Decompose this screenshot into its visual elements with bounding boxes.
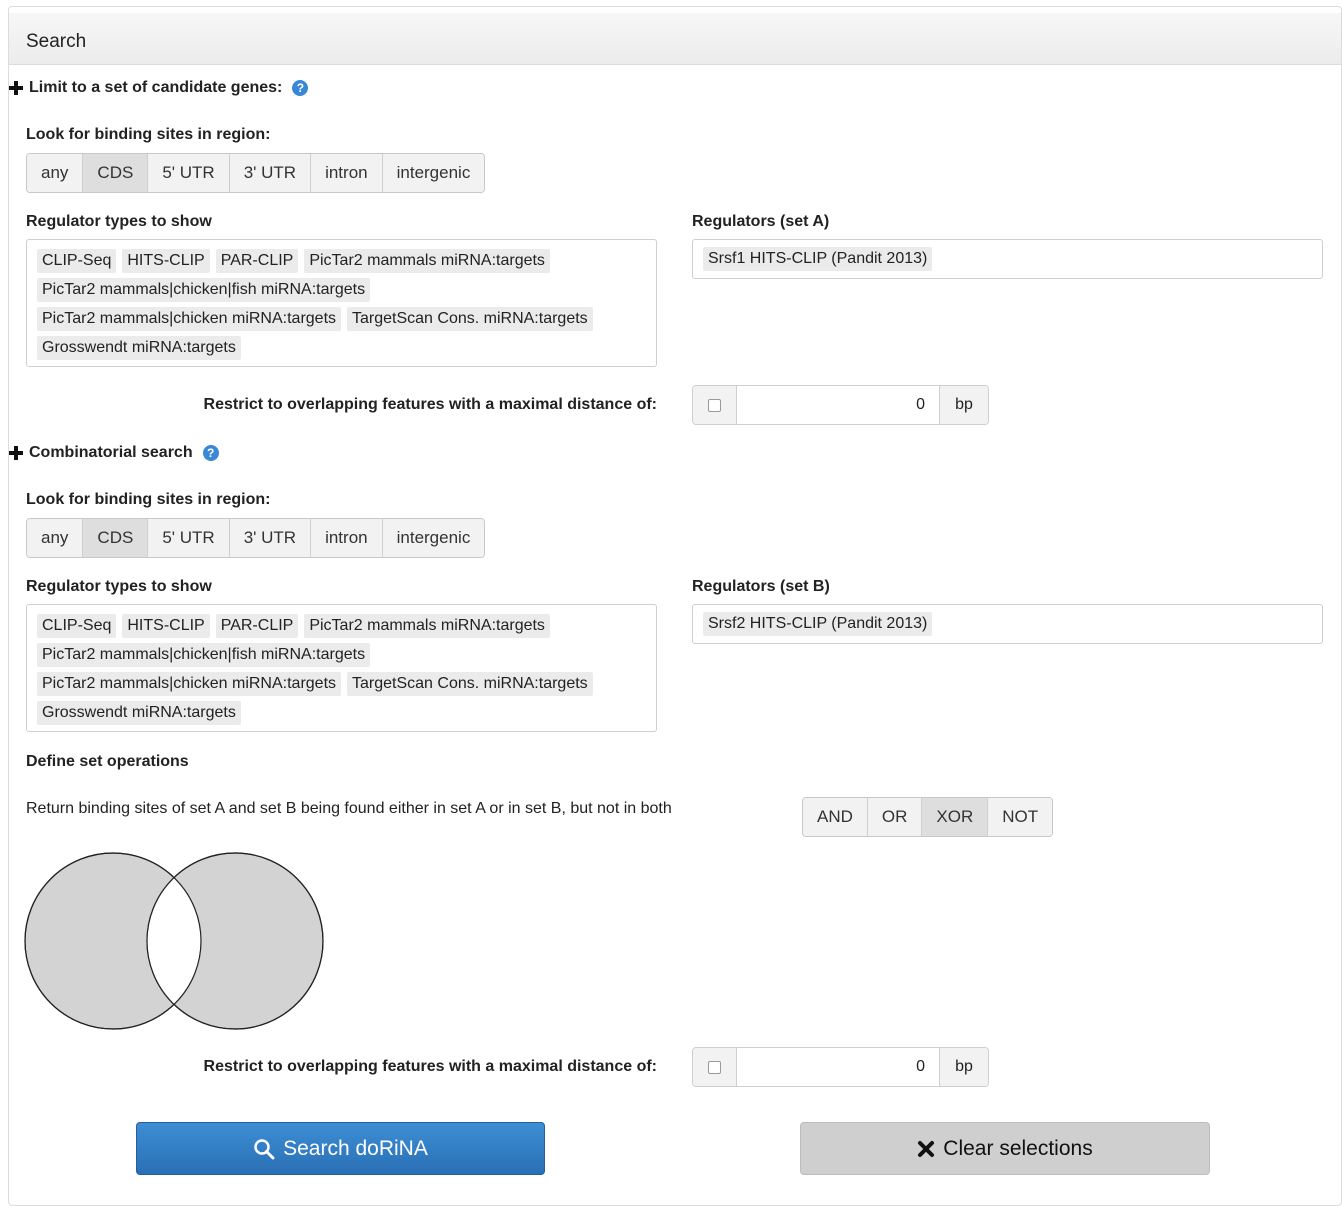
op-xor[interactable]: XOR xyxy=(922,798,989,836)
panel-heading: Search xyxy=(9,13,1341,65)
regtype-tag[interactable]: TargetScan Cons. miRNA:targets xyxy=(347,306,593,331)
region-cds-b[interactable]: CDS xyxy=(83,519,149,557)
region-intergenic-b[interactable]: intergenic xyxy=(382,519,485,557)
region-label-b: Look for binding sites in region: xyxy=(26,491,271,508)
set-ops-title: Define set operations xyxy=(26,753,189,770)
regtype-tag[interactable]: HITS-CLIP xyxy=(122,613,210,638)
regtype-tag[interactable]: PAR-CLIP xyxy=(215,613,299,638)
region-cds-a[interactable]: CDS xyxy=(83,154,149,192)
panel-title: Search xyxy=(26,31,87,52)
distance-unit-a: bp xyxy=(939,386,988,424)
candidate-genes-label: Limit to a set of candidate genes: xyxy=(29,79,283,96)
region-3utr-b[interactable]: 3' UTR xyxy=(229,519,312,557)
distance-input-b[interactable]: 0 xyxy=(737,1048,939,1086)
set-b-input[interactable]: Srsf2 HITS-CLIP (Pandit 2013) xyxy=(692,604,1323,644)
distance-checkbox-b[interactable] xyxy=(693,1048,737,1086)
region-intron-b[interactable]: intron xyxy=(311,519,383,557)
regulator-types-select-a[interactable]: CLIP-Seq HITS-CLIP PAR-CLIP PicTar2 mamm… xyxy=(26,239,657,367)
regtypes-label-b: Regulator types to show xyxy=(26,578,212,595)
regtype-tag[interactable]: PicTar2 mammals|chicken miRNA:targets xyxy=(37,306,342,331)
close-icon xyxy=(918,1140,935,1157)
regtype-tag[interactable]: CLIP-Seq xyxy=(37,248,117,273)
set-a-label: Regulators (set A) xyxy=(692,213,830,230)
regtype-tag[interactable]: CLIP-Seq xyxy=(37,613,117,638)
help-icon[interactable]: ? xyxy=(202,445,219,461)
region-intergenic-a[interactable]: intergenic xyxy=(382,154,485,192)
regtype-tag[interactable]: PicTar2 mammals miRNA:targets xyxy=(304,248,550,273)
combinatorial-toggle[interactable]: Combinatorial search ? xyxy=(9,444,219,462)
regtype-tag[interactable]: PicTar2 mammals|chicken miRNA:targets xyxy=(37,671,342,696)
region-5utr-a[interactable]: 5' UTR xyxy=(148,154,230,192)
regtype-tag[interactable]: PicTar2 mammals|chicken|fish miRNA:targe… xyxy=(37,642,371,667)
regtype-tag[interactable]: PicTar2 mammals miRNA:targets xyxy=(304,613,550,638)
region-selector-b: any CDS 5' UTR 3' UTR intron intergenic xyxy=(26,518,486,558)
set-ops-selector: AND OR XOR NOT xyxy=(802,797,1054,837)
regulator-types-select-b[interactable]: CLIP-Seq HITS-CLIP PAR-CLIP PicTar2 mamm… xyxy=(26,604,657,732)
regtype-tag[interactable]: Grosswendt miRNA:targets xyxy=(37,700,241,725)
op-and[interactable]: AND xyxy=(803,798,868,836)
regtypes-label-a: Regulator types to show xyxy=(26,213,212,230)
venn-diagram xyxy=(24,852,324,1030)
search-icon xyxy=(254,1138,275,1159)
op-not[interactable]: NOT xyxy=(988,798,1053,836)
distance-group-a: 0 bp xyxy=(692,385,989,425)
set-b-label: Regulators (set B) xyxy=(692,578,830,595)
regtype-tag[interactable]: TargetScan Cons. miRNA:targets xyxy=(347,671,593,696)
op-or[interactable]: OR xyxy=(867,798,923,836)
clear-button[interactable]: Clear selections xyxy=(800,1122,1210,1175)
set-a-input[interactable]: Srsf1 HITS-CLIP (Pandit 2013) xyxy=(692,239,1323,279)
region-intron-a[interactable]: intron xyxy=(311,154,383,192)
search-button-label: Search doRiNA xyxy=(283,1136,428,1160)
set-ops-description: Return binding sites of set A and set B … xyxy=(26,800,672,817)
region-selector-a: any CDS 5' UTR 3' UTR intron intergenic xyxy=(26,153,486,193)
plus-icon xyxy=(9,81,23,95)
clear-button-label: Clear selections xyxy=(943,1136,1093,1160)
distance-unit-b: bp xyxy=(939,1048,988,1086)
set-b-tag[interactable]: Srsf2 HITS-CLIP (Pandit 2013) xyxy=(703,612,933,636)
regtype-tag[interactable]: Grosswendt miRNA:targets xyxy=(37,335,241,360)
combinatorial-label: Combinatorial search xyxy=(29,444,193,461)
region-3utr-a[interactable]: 3' UTR xyxy=(229,154,312,192)
regtype-tag[interactable]: PicTar2 mammals|chicken|fish miRNA:targe… xyxy=(37,277,371,302)
regtype-tag[interactable]: PAR-CLIP xyxy=(215,248,299,273)
region-any-b[interactable]: any xyxy=(27,519,84,557)
region-label-a: Look for binding sites in region: xyxy=(26,126,271,143)
region-5utr-b[interactable]: 5' UTR xyxy=(148,519,230,557)
distance-group-b: 0 bp xyxy=(692,1047,989,1087)
distance-input-a[interactable]: 0 xyxy=(737,386,939,424)
distance-checkbox-a[interactable] xyxy=(693,386,737,424)
candidate-genes-toggle[interactable]: Limit to a set of candidate genes: ? xyxy=(9,79,309,97)
regtype-tag[interactable]: HITS-CLIP xyxy=(122,248,210,273)
help-icon[interactable]: ? xyxy=(292,80,309,96)
plus-icon xyxy=(9,446,23,460)
region-any-a[interactable]: any xyxy=(27,154,84,192)
set-a-tag[interactable]: Srsf1 HITS-CLIP (Pandit 2013) xyxy=(703,247,933,271)
restrict-label-a: Restrict to overlapping features with a … xyxy=(203,396,657,413)
search-button[interactable]: Search doRiNA xyxy=(136,1122,545,1175)
restrict-label-b: Restrict to overlapping features with a … xyxy=(203,1058,657,1075)
